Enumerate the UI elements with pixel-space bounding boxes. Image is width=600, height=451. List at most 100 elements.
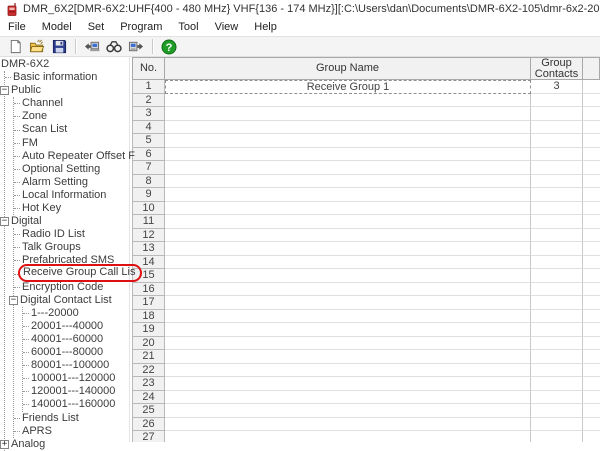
group-name-cell[interactable] <box>165 175 531 189</box>
row-number-cell[interactable]: 9 <box>132 188 165 202</box>
tree-item-friends-list[interactable]: Friends List <box>14 412 129 425</box>
row-number-cell[interactable]: 7 <box>132 161 165 175</box>
group-contacts-cell[interactable] <box>531 431 583 442</box>
row-number-cell[interactable]: 2 <box>132 94 165 108</box>
tree-item-local-information[interactable]: Local Information <box>14 189 129 202</box>
group-name-cell[interactable] <box>165 161 531 175</box>
group-name-cell[interactable] <box>165 242 531 256</box>
row-number-cell[interactable]: 22 <box>132 364 165 378</box>
row-number-cell[interactable]: 5 <box>132 134 165 148</box>
group-contacts-cell[interactable] <box>531 323 583 337</box>
row-number-cell[interactable]: 20 <box>132 337 165 351</box>
group-contacts-cell[interactable] <box>531 364 583 378</box>
group-contacts-cell[interactable] <box>531 404 583 418</box>
menu-item-set[interactable]: Set <box>80 18 113 36</box>
group-name-cell[interactable] <box>165 310 531 324</box>
menu-item-view[interactable]: View <box>207 18 247 36</box>
tree-item-aprs[interactable]: APRS <box>14 425 129 438</box>
group-name-cell[interactable] <box>165 148 531 162</box>
row-number-cell[interactable]: 21 <box>132 350 165 364</box>
column-header-no[interactable]: No. <box>132 57 165 80</box>
row-number-cell[interactable]: 26 <box>132 418 165 432</box>
help-button[interactable]: ? <box>159 37 179 56</box>
group-name-cell[interactable] <box>165 283 531 297</box>
tree-item-100001-120000[interactable]: 100001---120000 <box>23 372 129 385</box>
tree-item-radio-id-list[interactable]: Radio ID List <box>14 228 129 241</box>
group-contacts-cell[interactable] <box>531 337 583 351</box>
tree-item-digital-contact-list[interactable]: −Digital Contact List <box>14 294 129 307</box>
group-name-cell[interactable] <box>165 134 531 148</box>
group-contacts-cell[interactable] <box>531 107 583 121</box>
group-contacts-cell[interactable] <box>531 256 583 270</box>
menu-item-model[interactable]: Model <box>34 18 80 36</box>
new-file-button[interactable] <box>5 37 25 56</box>
group-contacts-cell[interactable] <box>531 269 583 283</box>
group-name-cell[interactable] <box>165 94 531 108</box>
tree-item-digital[interactable]: −Digital <box>5 215 129 228</box>
group-name-cell[interactable] <box>165 202 531 216</box>
group-contacts-cell[interactable] <box>531 377 583 391</box>
tree-item-optional-setting[interactable]: Optional Setting <box>14 163 129 176</box>
group-contacts-cell[interactable] <box>531 202 583 216</box>
group-name-cell[interactable] <box>165 350 531 364</box>
row-number-cell[interactable]: 1 <box>132 80 165 94</box>
tree-item-scan-list[interactable]: Scan List <box>14 123 129 136</box>
tree-item-140001-160000[interactable]: 140001---160000 <box>23 398 129 411</box>
tree-item-hot-key[interactable]: Hot Key <box>14 202 129 215</box>
group-contacts-cell[interactable] <box>531 175 583 189</box>
tree-item-public[interactable]: −Public <box>5 84 129 97</box>
group-name-cell[interactable]: Receive Group 1 <box>165 80 531 94</box>
group-name-cell[interactable] <box>165 323 531 337</box>
row-number-cell[interactable]: 23 <box>132 377 165 391</box>
column-header-group-contacts[interactable]: Group Contacts <box>531 57 583 80</box>
group-name-cell[interactable] <box>165 188 531 202</box>
group-contacts-cell[interactable] <box>531 283 583 297</box>
group-name-cell[interactable] <box>165 431 531 442</box>
group-contacts-cell[interactable] <box>531 310 583 324</box>
tree-item-encryption-code[interactable]: Encryption Code <box>14 281 129 294</box>
row-number-cell[interactable]: 17 <box>132 296 165 310</box>
group-contacts-cell[interactable] <box>531 296 583 310</box>
column-header-group-name[interactable]: Group Name <box>165 57 531 80</box>
tree-item-fm[interactable]: FM <box>14 137 129 150</box>
tree-item-channel[interactable]: Channel <box>14 97 129 110</box>
row-number-cell[interactable]: 4 <box>132 121 165 135</box>
collapse-icon[interactable]: − <box>0 217 9 226</box>
search-button[interactable] <box>104 37 124 56</box>
group-contacts-cell[interactable] <box>531 350 583 364</box>
tree-item-1-20000[interactable]: 1---20000 <box>23 307 129 320</box>
row-number-cell[interactable]: 11 <box>132 215 165 229</box>
save-file-button[interactable] <box>49 37 69 56</box>
tree-item-20001-40000[interactable]: 20001---40000 <box>23 320 129 333</box>
menu-item-program[interactable]: Program <box>112 18 170 36</box>
group-name-cell[interactable] <box>165 364 531 378</box>
row-number-cell[interactable]: 27 <box>132 431 165 442</box>
group-name-cell[interactable] <box>165 121 531 135</box>
row-number-cell[interactable]: 8 <box>132 175 165 189</box>
expand-icon[interactable]: + <box>0 440 9 449</box>
group-contacts-cell[interactable] <box>531 418 583 432</box>
tree-item-zone[interactable]: Zone <box>14 110 129 123</box>
row-number-cell[interactable]: 24 <box>132 391 165 405</box>
open-file-button[interactable] <box>27 37 47 56</box>
group-contacts-cell[interactable] <box>531 121 583 135</box>
group-name-cell[interactable] <box>165 391 531 405</box>
row-number-cell[interactable]: 16 <box>132 283 165 297</box>
group-contacts-cell[interactable] <box>531 229 583 243</box>
tree-item-120001-140000[interactable]: 120001---140000 <box>23 385 129 398</box>
tree-item-basic-information[interactable]: Basic information <box>5 71 129 84</box>
tree-item-60001-80000[interactable]: 60001---80000 <box>23 346 129 359</box>
group-contacts-cell[interactable] <box>531 94 583 108</box>
group-name-cell[interactable] <box>165 215 531 229</box>
tree-item-40001-60000[interactable]: 40001---60000 <box>23 333 129 346</box>
menu-item-help[interactable]: Help <box>246 18 285 36</box>
menu-item-file[interactable]: File <box>0 18 34 36</box>
tree-item-80001-100000[interactable]: 80001---100000 <box>23 359 129 372</box>
group-name-cell[interactable] <box>165 404 531 418</box>
group-name-cell[interactable] <box>165 418 531 432</box>
tree-item-receive-group-call-lis[interactable]: Receive Group Call Lis <box>14 268 129 281</box>
row-number-cell[interactable]: 12 <box>132 229 165 243</box>
tree-item-talk-groups[interactable]: Talk Groups <box>14 241 129 254</box>
row-number-cell[interactable]: 6 <box>132 148 165 162</box>
group-contacts-cell[interactable] <box>531 161 583 175</box>
